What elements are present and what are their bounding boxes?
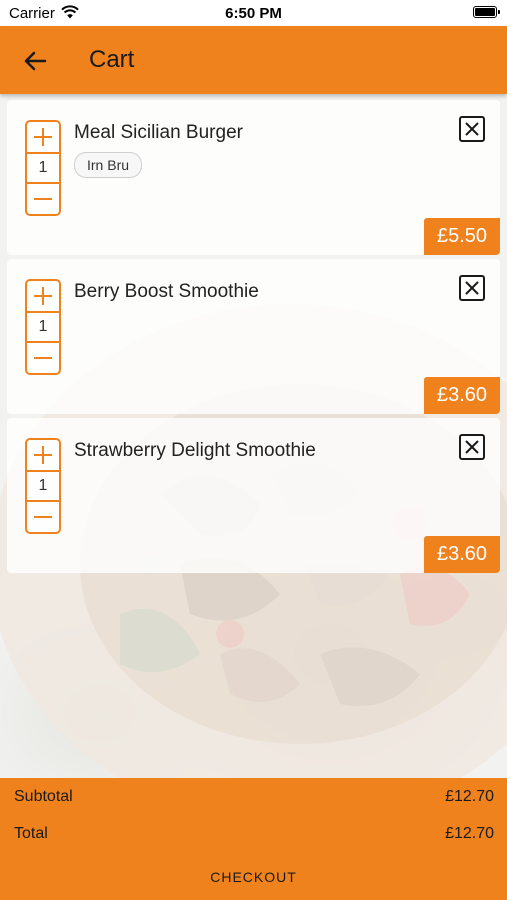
plus-icon bbox=[34, 128, 52, 146]
arrow-left-icon bbox=[24, 51, 47, 71]
close-icon bbox=[465, 122, 479, 136]
cart-item: 1 Meal Sicilian Burger Irn Bru £5.50 bbox=[7, 100, 500, 255]
quantity-value: 1 bbox=[38, 159, 48, 176]
plus-icon bbox=[34, 446, 52, 464]
plus-icon bbox=[34, 287, 52, 305]
minus-icon bbox=[34, 198, 52, 200]
quantity-stepper: 1 bbox=[25, 120, 61, 216]
quantity-value: 1 bbox=[38, 477, 48, 494]
close-icon bbox=[465, 440, 479, 454]
subtotal-label: Subtotal bbox=[14, 788, 73, 805]
item-name: Strawberry Delight Smoothie bbox=[74, 440, 316, 461]
status-bar: Carrier 6:50 PM bbox=[0, 0, 507, 26]
increment-button[interactable] bbox=[27, 122, 59, 154]
cart-item: 1 Strawberry Delight Smoothie £3.60 bbox=[7, 418, 500, 573]
minus-icon bbox=[34, 516, 52, 518]
total-row: Total £12.70 bbox=[14, 825, 494, 843]
subtotal-row: Subtotal £12.70 bbox=[14, 788, 494, 806]
cart-item: 1 Berry Boost Smoothie £3.60 bbox=[7, 259, 500, 414]
total-label: Total bbox=[14, 825, 48, 842]
quantity-stepper: 1 bbox=[25, 438, 61, 534]
app-header: Cart bbox=[0, 26, 507, 94]
cart-list: 1 Meal Sicilian Burger Irn Bru £5.50 1 B… bbox=[7, 100, 500, 577]
checkout-button[interactable]: CHECKOUT bbox=[0, 862, 507, 900]
modifier-chip: Irn Bru bbox=[74, 152, 143, 178]
increment-button[interactable] bbox=[27, 281, 59, 313]
decrement-button[interactable] bbox=[27, 500, 59, 532]
close-icon bbox=[465, 281, 479, 295]
subtotal-value: £12.70 bbox=[445, 788, 494, 805]
quantity-stepper: 1 bbox=[25, 279, 61, 375]
remove-item-button[interactable] bbox=[459, 275, 485, 301]
quantity-value: 1 bbox=[38, 318, 48, 335]
decrement-button[interactable] bbox=[27, 341, 59, 373]
item-price: £5.50 bbox=[424, 218, 500, 255]
remove-item-button[interactable] bbox=[459, 116, 485, 142]
back-button[interactable] bbox=[18, 44, 52, 78]
status-time: 6:50 PM bbox=[225, 5, 282, 22]
battery-icon bbox=[473, 6, 500, 18]
minus-icon bbox=[34, 357, 52, 359]
remove-item-button[interactable] bbox=[459, 434, 485, 460]
item-name: Berry Boost Smoothie bbox=[74, 281, 259, 302]
total-value: £12.70 bbox=[445, 825, 494, 842]
item-name: Meal Sicilian Burger bbox=[74, 122, 243, 143]
item-price: £3.60 bbox=[424, 377, 500, 414]
decrement-button[interactable] bbox=[27, 182, 59, 214]
increment-button[interactable] bbox=[27, 440, 59, 472]
item-price: £3.60 bbox=[424, 536, 500, 573]
page-title: Cart bbox=[89, 46, 135, 73]
order-summary: Subtotal £12.70 Total £12.70 CHECKOUT bbox=[0, 778, 507, 900]
